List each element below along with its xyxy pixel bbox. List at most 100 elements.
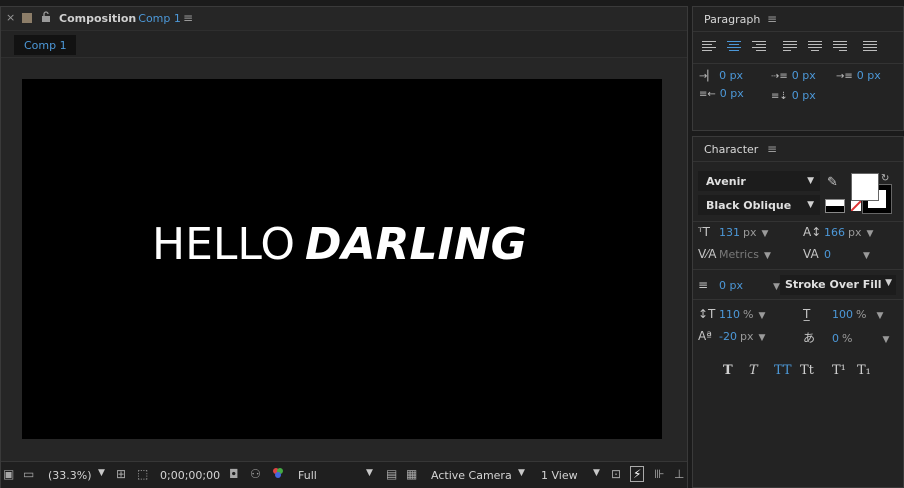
chevron-down-icon[interactable]: ▼ bbox=[764, 251, 771, 261]
leading-value[interactable]: 166 bbox=[824, 226, 845, 239]
stroke-width-value[interactable]: 0 px bbox=[719, 279, 743, 292]
pixel-aspect-icon[interactable]: ⊡ bbox=[611, 467, 621, 481]
chevron-down-icon[interactable]: ▼ bbox=[882, 335, 889, 345]
baseline-shift-value[interactable]: -20 bbox=[719, 330, 737, 343]
space-after-value[interactable]: 0 px bbox=[792, 89, 816, 102]
resolution-dropdown-arrow-icon[interactable]: ▼ bbox=[366, 468, 373, 478]
tracking-value[interactable]: 0 bbox=[824, 248, 831, 261]
zoom-level-value[interactable]: (33.3%) bbox=[48, 469, 92, 482]
show-snapshot-icon[interactable]: ⚇ bbox=[250, 467, 261, 481]
set-black-white-swatch[interactable] bbox=[825, 199, 845, 213]
chevron-down-icon[interactable]: ▼ bbox=[773, 282, 780, 292]
fill-color-swatch[interactable] bbox=[851, 173, 879, 201]
tsume-icon: あ bbox=[803, 331, 816, 345]
font-family-dropdown[interactable]: Avenir ▼ bbox=[698, 171, 820, 191]
justify-last-left-icon[interactable] bbox=[783, 41, 797, 53]
faux-bold-button[interactable]: T bbox=[723, 363, 733, 378]
composition-title-prefix: Composition bbox=[59, 12, 137, 25]
baseline-shift-field[interactable]: Aª -20 px ▼ bbox=[698, 329, 765, 343]
indent-right-field[interactable]: ≡← 0 px bbox=[699, 87, 744, 100]
horizontal-scale-value[interactable]: 100 bbox=[832, 308, 853, 321]
chevron-down-icon[interactable]: ▼ bbox=[867, 229, 874, 239]
chevron-down-icon[interactable]: ▼ bbox=[762, 229, 769, 239]
safe-margins-icon[interactable]: ⊞ bbox=[116, 467, 126, 481]
font-size-field[interactable]: ᵀT 131 px ▼ bbox=[698, 225, 768, 239]
monitor-icon[interactable]: ▭ bbox=[23, 467, 34, 481]
space-after-field[interactable]: ≡⇣ 0 px bbox=[771, 89, 816, 102]
transparency-grid-icon[interactable]: ▦ bbox=[406, 467, 417, 481]
subscript-button[interactable]: T₁ bbox=[857, 363, 871, 378]
chevron-down-icon[interactable]: ▼ bbox=[758, 311, 765, 321]
space-before-value[interactable]: 0 px bbox=[792, 69, 816, 82]
horizontal-scale-field[interactable]: T̲ 100% ▼ bbox=[803, 307, 883, 321]
resolution-dropdown[interactable]: Full bbox=[298, 469, 317, 482]
stroke-mode-dropdown[interactable]: Stroke Over Fill ▼ bbox=[780, 275, 896, 295]
faux-italic-button[interactable]: T bbox=[749, 363, 758, 378]
chevron-down-icon[interactable]: ▼ bbox=[758, 333, 765, 343]
justify-all-icon[interactable] bbox=[863, 41, 877, 53]
character-panel: Character ≡ Avenir ▼ Black Oblique ▼ ✎ ↻ ᵀ… bbox=[692, 136, 904, 488]
kerning-field[interactable]: V⁄A Metrics ▼ bbox=[698, 247, 771, 261]
leading-field[interactable]: A↕ 166 px ▼ bbox=[803, 225, 873, 239]
chevron-down-icon[interactable]: ▼ bbox=[876, 311, 883, 321]
indent-left-value[interactable]: 0 px bbox=[719, 69, 743, 82]
camera-dropdown-arrow-icon[interactable]: ▼ bbox=[518, 468, 525, 478]
stroke-width-field[interactable]: ≡ 0 px ▼ bbox=[698, 278, 780, 292]
character-panel-menu-icon[interactable]: ≡ bbox=[767, 142, 777, 156]
eyedropper-icon[interactable]: ✎ bbox=[827, 175, 838, 190]
superscript-button[interactable]: T¹ bbox=[832, 363, 846, 378]
canvas-text-layer[interactable]: HELLO DARLING bbox=[152, 219, 527, 270]
panel-menu-icon[interactable]: ≡ bbox=[183, 11, 193, 25]
composition-color-swatch bbox=[22, 13, 32, 23]
region-of-interest-icon[interactable]: ⬚ bbox=[137, 467, 148, 481]
font-style-dropdown[interactable]: Black Oblique ▼ bbox=[698, 195, 820, 215]
indent-first-line-field[interactable]: →≡ 0 px bbox=[836, 69, 881, 82]
align-center-icon[interactable] bbox=[727, 41, 741, 53]
composition-name-dropdown[interactable]: Comp 1 bbox=[138, 12, 181, 25]
close-panel-icon[interactable]: × bbox=[6, 11, 15, 24]
zoom-dropdown-arrow-icon[interactable]: ▼ bbox=[98, 468, 105, 478]
paragraph-panel: Paragraph ≡ →▏ 0 px ⇢≡ 0 px →≡ 0 px ≡← 0 px … bbox=[692, 6, 904, 131]
fast-draft-icon[interactable]: ⚡ bbox=[630, 466, 645, 482]
view-layout-dropdown[interactable]: 1 View bbox=[541, 469, 578, 482]
views-dropdown-arrow-icon[interactable]: ▼ bbox=[593, 468, 600, 478]
snapshot-camera-icon[interactable]: ◘ bbox=[229, 467, 239, 481]
timeline-icon[interactable]: ⊪ bbox=[654, 467, 664, 481]
preview-icon[interactable]: ▣ bbox=[3, 467, 14, 481]
fast-previews-icon[interactable]: ▤ bbox=[386, 467, 397, 481]
composition-canvas[interactable]: HELLO DARLING bbox=[22, 79, 662, 439]
paragraph-panel-title: Paragraph bbox=[704, 13, 761, 26]
color-channels-icon[interactable] bbox=[271, 467, 285, 482]
vertical-scale-field[interactable]: ↕T 110% ▼ bbox=[698, 307, 765, 321]
indent-first-line-value[interactable]: 0 px bbox=[857, 69, 881, 82]
space-before-field[interactable]: ⇢≡ 0 px bbox=[771, 69, 816, 82]
align-left-icon[interactable] bbox=[702, 41, 716, 53]
indent-left-field[interactable]: →▏ 0 px bbox=[699, 69, 743, 82]
justify-last-center-icon[interactable] bbox=[808, 41, 822, 53]
indent-right-value[interactable]: 0 px bbox=[720, 87, 744, 100]
tsume-field[interactable]: あ 0% ▼ bbox=[803, 329, 889, 346]
swap-colors-icon[interactable]: ↻ bbox=[881, 173, 889, 184]
align-right-icon[interactable] bbox=[752, 41, 766, 53]
font-size-value[interactable]: 131 bbox=[719, 226, 740, 239]
paragraph-panel-menu-icon[interactable]: ≡ bbox=[767, 12, 777, 26]
stroke-mode-value: Stroke Over Fill bbox=[785, 278, 882, 291]
indent-first-line-icon: →≡ bbox=[836, 71, 853, 82]
chevron-down-icon[interactable]: ▼ bbox=[863, 251, 870, 261]
flowchart-icon[interactable]: ⊥ bbox=[674, 467, 684, 481]
tsume-unit: % bbox=[842, 332, 853, 345]
lock-icon[interactable] bbox=[41, 11, 51, 25]
current-time-value[interactable]: 0;00;00;00 bbox=[160, 469, 220, 482]
composition-panel-header: × Composition Comp 1 ≡ bbox=[1, 7, 687, 31]
tsume-value[interactable]: 0 bbox=[832, 332, 839, 345]
vertical-scale-value[interactable]: 110 bbox=[719, 308, 740, 321]
tab-comp-1[interactable]: Comp 1 bbox=[14, 35, 76, 55]
justify-last-right-icon[interactable] bbox=[833, 41, 847, 53]
all-caps-button[interactable]: TT bbox=[774, 363, 792, 378]
no-fill-swatch[interactable] bbox=[851, 201, 861, 211]
character-font-divider bbox=[693, 221, 903, 222]
camera-view-dropdown[interactable]: Active Camera bbox=[431, 469, 512, 482]
tracking-field[interactable]: VA 0 ▼ bbox=[803, 247, 870, 261]
small-caps-button[interactable]: Tt bbox=[800, 363, 814, 378]
kerning-value[interactable]: Metrics bbox=[719, 248, 759, 261]
